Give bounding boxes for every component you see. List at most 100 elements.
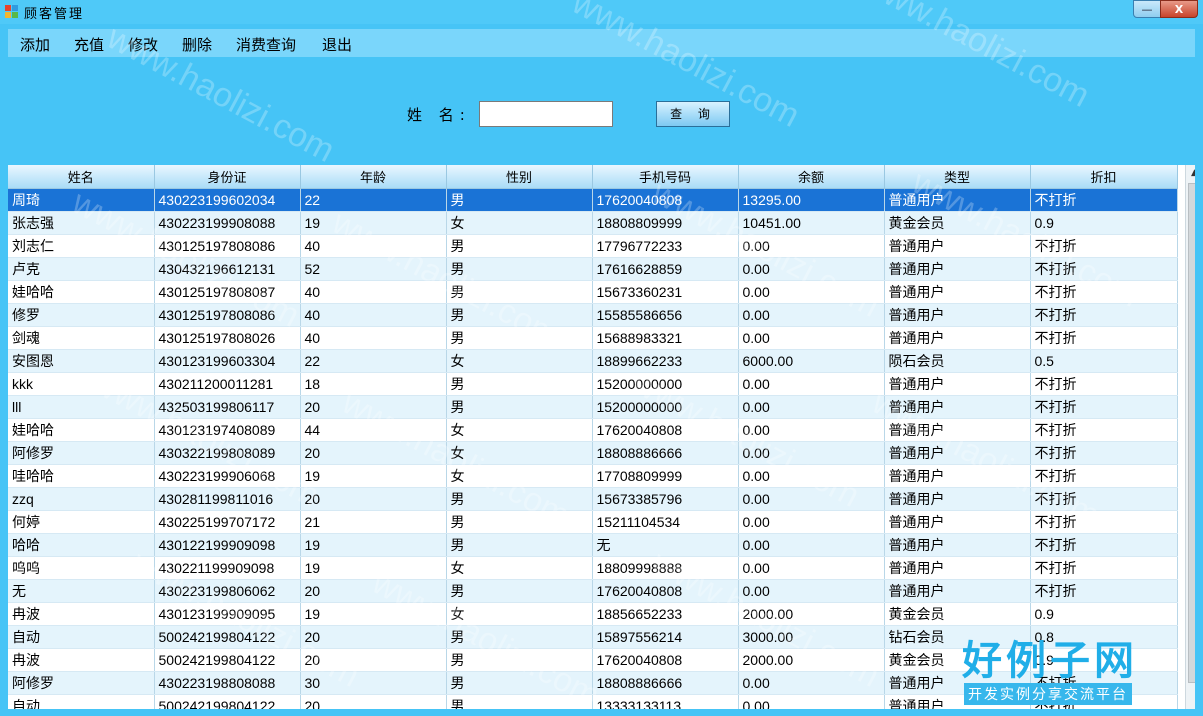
cell-id-card[interactable]: 500242199804122 bbox=[154, 694, 301, 709]
table-row[interactable]: zzq 430281199811016 20 男 15673385796 0.00 普通用户… bbox=[8, 487, 1178, 511]
cell-age[interactable]: 20 bbox=[300, 441, 447, 465]
cell-phone[interactable]: 15688983321 bbox=[592, 326, 739, 350]
table-row[interactable]: 刘志仁 430125197808086 40 男 17796772233 0.00 普通用户… bbox=[8, 234, 1178, 258]
cell-discount[interactable]: 不打折 bbox=[1030, 280, 1178, 304]
cell-age[interactable]: 20 bbox=[300, 625, 447, 649]
cell-type[interactable]: 普通用户 bbox=[884, 418, 1031, 442]
cell-balance[interactable]: 0.00 bbox=[738, 487, 885, 511]
scroll-up-icon[interactable]: ▲ bbox=[1186, 165, 1195, 182]
cell-type[interactable]: 普通用户 bbox=[884, 579, 1031, 603]
table-row[interactable]: 何婷 430225199707172 21 男 15211104534 0.00 普通用户不… bbox=[8, 510, 1178, 534]
cell-phone[interactable]: 18808886666 bbox=[592, 671, 739, 695]
cell-age[interactable]: 20 bbox=[300, 579, 447, 603]
cell-name[interactable]: 安图恩 bbox=[8, 349, 155, 373]
cell-discount[interactable]: 不打折 bbox=[1030, 510, 1178, 534]
table-row[interactable]: 无 430223199806062 20 男 17620040808 0.00 普通用户 不打… bbox=[8, 579, 1178, 603]
cell-id-card[interactable]: 500242199804122 bbox=[154, 648, 301, 672]
cell-phone[interactable]: 18899662233 bbox=[592, 349, 739, 373]
cell-id-card[interactable]: 430211200011281 bbox=[154, 372, 301, 396]
cell-id-card[interactable]: 432503199806117 bbox=[154, 395, 301, 419]
cell-discount[interactable]: 不打折 bbox=[1030, 372, 1178, 396]
cell-id-card[interactable]: 430221199909098 bbox=[154, 556, 301, 580]
cell-gender[interactable]: 女 bbox=[446, 211, 593, 235]
cell-type[interactable]: 普通用户 bbox=[884, 303, 1031, 327]
column-header-discount[interactable]: 折扣 bbox=[1030, 165, 1178, 189]
cell-name[interactable]: kkk bbox=[8, 372, 155, 396]
cell-id-card[interactable]: 430125197808087 bbox=[154, 280, 301, 304]
cell-phone[interactable]: 13333133113 bbox=[592, 694, 739, 709]
cell-discount[interactable]: 不打折 bbox=[1030, 395, 1178, 419]
cell-name[interactable]: 张志强 bbox=[8, 211, 155, 235]
cell-id-card[interactable]: 430125197808086 bbox=[154, 234, 301, 258]
column-header-gender[interactable]: 性别 bbox=[446, 165, 593, 189]
cell-gender[interactable]: 女 bbox=[446, 464, 593, 488]
cell-discount[interactable]: 不打折 bbox=[1030, 464, 1178, 488]
cell-balance[interactable]: 0.00 bbox=[738, 418, 885, 442]
cell-discount[interactable]: 不打折 bbox=[1030, 487, 1178, 511]
cell-phone[interactable]: 15585586656 bbox=[592, 303, 739, 327]
table-row[interactable]: 呜呜 430221199909098 19 女 18809998888 0.00 普通用户不… bbox=[8, 556, 1178, 580]
cell-phone[interactable]: 15673360231 bbox=[592, 280, 739, 304]
cell-name[interactable]: 修罗 bbox=[8, 303, 155, 327]
cell-gender[interactable]: 男 bbox=[446, 257, 593, 281]
cell-id-card[interactable]: 430123199909095 bbox=[154, 602, 301, 626]
cell-age[interactable]: 40 bbox=[300, 234, 447, 258]
cell-type[interactable]: 普通用户 bbox=[884, 395, 1031, 419]
column-header-type[interactable]: 类型 bbox=[884, 165, 1031, 189]
cell-id-card[interactable]: 430223199806062 bbox=[154, 579, 301, 603]
cell-balance[interactable]: 0.00 bbox=[738, 234, 885, 258]
cell-discount[interactable]: 不打折 bbox=[1030, 441, 1178, 465]
cell-name[interactable]: zzq bbox=[8, 487, 155, 511]
cell-gender[interactable]: 男 bbox=[446, 234, 593, 258]
table-row[interactable]: 剑魂 430125197808026 40 男 15688983321 0.00 普通用户不… bbox=[8, 326, 1178, 350]
cell-age[interactable]: 40 bbox=[300, 326, 447, 350]
table-row[interactable]: 娃哈哈 430123197408089 44 女 17620040808 0.00 普通用户… bbox=[8, 418, 1178, 442]
cell-balance[interactable]: 0.00 bbox=[738, 395, 885, 419]
cell-id-card[interactable]: 430123199603304 bbox=[154, 349, 301, 373]
cell-phone[interactable]: 18809998888 bbox=[592, 556, 739, 580]
cell-type[interactable]: 普通用户 bbox=[884, 487, 1031, 511]
cell-age[interactable]: 19 bbox=[300, 533, 447, 557]
vertical-scrollbar[interactable]: ▲ bbox=[1185, 165, 1195, 709]
cell-phone[interactable]: 17796772233 bbox=[592, 234, 739, 258]
cell-discount[interactable]: 不打折 bbox=[1030, 234, 1178, 258]
cell-age[interactable]: 20 bbox=[300, 395, 447, 419]
cell-name[interactable]: 无 bbox=[8, 579, 155, 603]
cell-name[interactable]: 何婷 bbox=[8, 510, 155, 534]
menu-delete[interactable]: 删除 bbox=[182, 34, 212, 55]
cell-balance[interactable]: 0.00 bbox=[738, 303, 885, 327]
column-header-balance[interactable]: 余额 bbox=[738, 165, 885, 189]
cell-age[interactable]: 20 bbox=[300, 694, 447, 709]
cell-gender[interactable]: 女 bbox=[446, 441, 593, 465]
cell-phone[interactable]: 18808886666 bbox=[592, 441, 739, 465]
table-row[interactable]: 安图恩 430123199603304 22 女 18899662233 6000.00 陨… bbox=[8, 349, 1178, 373]
cell-age[interactable]: 40 bbox=[300, 303, 447, 327]
cell-gender[interactable]: 男 bbox=[446, 510, 593, 534]
cell-type[interactable]: 普通用户 bbox=[884, 533, 1031, 557]
cell-age[interactable]: 21 bbox=[300, 510, 447, 534]
cell-discount[interactable]: 不打折 bbox=[1030, 556, 1178, 580]
cell-phone[interactable]: 17620040808 bbox=[592, 418, 739, 442]
cell-discount[interactable]: 0.5 bbox=[1030, 349, 1178, 373]
cell-name[interactable]: 自动 bbox=[8, 694, 155, 709]
cell-phone[interactable]: 15211104534 bbox=[592, 510, 739, 534]
cell-type[interactable]: 黄金会员 bbox=[884, 602, 1031, 626]
cell-type[interactable]: 普通用户 bbox=[884, 556, 1031, 580]
menu-add[interactable]: 添加 bbox=[20, 34, 50, 55]
table-row[interactable]: 哇哈哈 430223199906068 19 女 17708809999 0.00 普通用户… bbox=[8, 464, 1178, 488]
cell-id-card[interactable]: 430223199906068 bbox=[154, 464, 301, 488]
cell-age[interactable]: 20 bbox=[300, 648, 447, 672]
cell-age[interactable]: 19 bbox=[300, 556, 447, 580]
cell-gender[interactable]: 男 bbox=[446, 326, 593, 350]
cell-balance[interactable]: 2000.00 bbox=[738, 602, 885, 626]
cell-phone[interactable]: 17708809999 bbox=[592, 464, 739, 488]
cell-gender[interactable]: 男 bbox=[446, 372, 593, 396]
cell-id-card[interactable]: 430322199808089 bbox=[154, 441, 301, 465]
cell-id-card[interactable]: 430223199602034 bbox=[154, 188, 301, 212]
cell-gender[interactable]: 男 bbox=[446, 303, 593, 327]
cell-name[interactable]: 阿修罗 bbox=[8, 671, 155, 695]
menu-exit[interactable]: 退出 bbox=[322, 34, 352, 55]
cell-name[interactable]: 冉波 bbox=[8, 602, 155, 626]
cell-id-card[interactable]: 430225199707172 bbox=[154, 510, 301, 534]
cell-type[interactable]: 普通用户 bbox=[884, 441, 1031, 465]
